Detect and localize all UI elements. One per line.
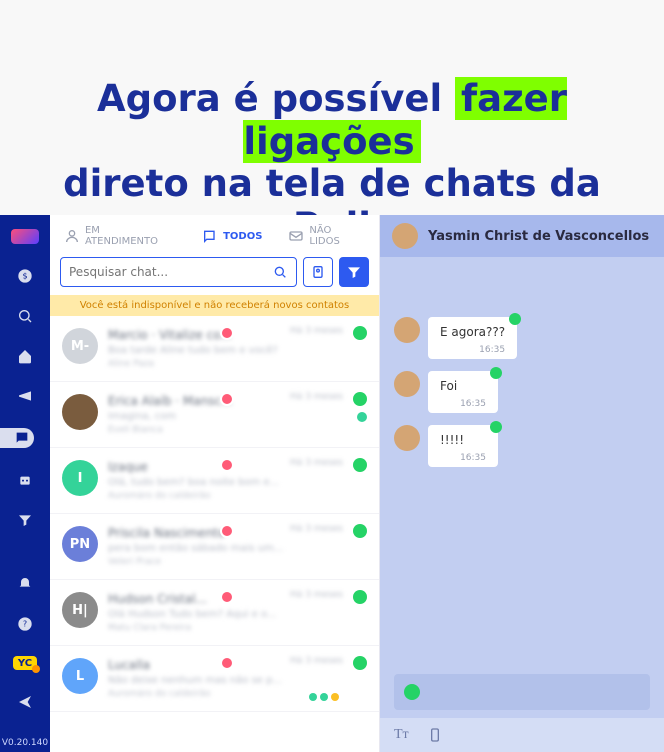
chat-time: Há 3 meses xyxy=(290,458,343,468)
whatsapp-badge xyxy=(353,458,367,472)
home-icon[interactable] xyxy=(15,348,35,364)
whatsapp-badge xyxy=(353,590,367,604)
chat-preview: pera bom então sábado mais um... xyxy=(108,543,367,554)
status-dot xyxy=(220,524,234,538)
chat-time: Há 3 meses xyxy=(290,392,343,402)
avatar: M- xyxy=(62,328,98,364)
message-text: Foi xyxy=(440,379,486,393)
whatsapp-badge xyxy=(353,326,367,340)
contact-avatar xyxy=(392,223,418,249)
chat-agent: Veleri Prace xyxy=(108,557,367,567)
message-row: Foi 16:35 xyxy=(394,371,650,413)
audio-bar[interactable] xyxy=(394,674,650,710)
chat-list-item[interactable]: LLucallaNão deixe nenhum mas não se p...… xyxy=(50,646,379,712)
chat-preview: Olá Hudson Tudo bem? Aqui e o... xyxy=(108,609,367,620)
phone-icon[interactable] xyxy=(427,727,443,743)
filter-button[interactable] xyxy=(339,257,369,287)
svg-text:?: ? xyxy=(23,620,27,629)
user-badge[interactable]: YC xyxy=(13,656,37,670)
tab-todos[interactable]: TODOS xyxy=(202,225,262,247)
money-icon[interactable]: $ xyxy=(15,268,35,284)
status-dot xyxy=(220,656,234,670)
whatsapp-badge xyxy=(353,392,367,406)
whatsapp-badge xyxy=(353,656,367,670)
message-avatar xyxy=(394,371,420,397)
message-bubble: Foi 16:35 xyxy=(428,371,498,413)
text-format-icon[interactable]: Tт xyxy=(394,727,409,743)
message-avatar xyxy=(394,317,420,343)
message-avatar xyxy=(394,425,420,451)
chat-list-item[interactable]: IIzaqueOlá, tudo bem? boa noite bom e...… xyxy=(50,448,379,514)
send-icon[interactable] xyxy=(15,694,35,710)
chat-list-item[interactable]: H|Hudson Cristal...Olá Hudson Tudo bem? … xyxy=(50,580,379,646)
message-text: E agora??? xyxy=(440,325,505,339)
message-bubble: !!!!! 16:35 xyxy=(428,425,498,467)
filter-icon[interactable] xyxy=(15,512,35,528)
chat-panel: Yasmin Christ de Vasconcellos E agora???… xyxy=(380,215,664,752)
chat-list-item[interactable]: Erica Alaíb · Mansc...Imagina, comEveli … xyxy=(50,382,379,448)
whatsapp-icon xyxy=(490,367,502,379)
chat-agent: Aline Paza xyxy=(108,359,367,369)
help-icon[interactable]: ? xyxy=(15,616,35,632)
whatsapp-icon xyxy=(490,421,502,433)
whatsapp-icon xyxy=(509,313,521,325)
avatar: I xyxy=(62,460,98,496)
chat-time: Há 3 meses xyxy=(290,524,343,534)
contact-name: Yasmin Christ de Vasconcellos xyxy=(428,229,649,244)
search-glass-icon xyxy=(272,264,288,280)
contact-button[interactable] xyxy=(303,257,333,287)
message-text: !!!!! xyxy=(440,433,486,447)
chat-preview: Boa tarde Aline tudo bem e você? xyxy=(108,345,367,356)
whatsapp-badge xyxy=(353,524,367,538)
search-icon[interactable] xyxy=(15,308,35,324)
chat-agent: Eveli Bianca xyxy=(108,425,367,435)
status-dot xyxy=(220,392,234,406)
chat-agent: Matu Clara Pereira xyxy=(108,623,367,633)
status-dot xyxy=(220,326,234,340)
chat-icon[interactable] xyxy=(0,428,34,448)
message-time: 16:35 xyxy=(440,453,486,463)
chat-time: Há 3 meses xyxy=(290,590,343,600)
unavailable-banner: Você está indisponível e não receberá no… xyxy=(50,295,379,316)
avatar: PN xyxy=(62,526,98,562)
search-input[interactable] xyxy=(69,265,272,279)
megaphone-icon[interactable] xyxy=(15,388,35,404)
avatar: H| xyxy=(62,592,98,628)
whatsapp-icon xyxy=(404,684,420,700)
version-label: V0.20.140 xyxy=(2,734,48,752)
message-row: !!!!! 16:35 xyxy=(394,425,650,467)
avatar xyxy=(62,394,98,430)
bot-icon[interactable] xyxy=(15,472,35,488)
chat-header[interactable]: Yasmin Christ de Vasconcellos xyxy=(380,215,664,257)
message-bubble: E agora??? 16:35 xyxy=(428,317,517,359)
chat-preview: Olá, tudo bem? boa noite bom e... xyxy=(108,477,367,488)
status-dot xyxy=(220,590,234,604)
headline-p1: Agora é possível xyxy=(97,77,455,120)
bell-icon[interactable] xyxy=(15,576,35,592)
list-tabs: EM ATENDIMENTO TODOS NÃO LIDOS xyxy=(50,215,379,257)
sidebar: $ ? YC V0.20.140 xyxy=(0,215,50,752)
chat-time: Há 3 meses xyxy=(290,656,343,666)
chat-time: Há 3 meses xyxy=(290,326,343,336)
message-row: E agora??? 16:35 xyxy=(394,317,650,359)
chat-preview: Imagina, com xyxy=(108,411,367,422)
chat-list-item[interactable]: PNPriscila Nascimentopera bom então sába… xyxy=(50,514,379,580)
tab-em-atendimento[interactable]: EM ATENDIMENTO xyxy=(64,225,176,247)
chat-list-panel: EM ATENDIMENTO TODOS NÃO LIDOS Você está… xyxy=(50,215,380,752)
message-time: 16:35 xyxy=(440,399,486,409)
status-dot xyxy=(220,458,234,472)
avatar: L xyxy=(62,658,98,694)
search-box[interactable] xyxy=(60,257,297,287)
online-dot xyxy=(357,412,367,422)
chat-preview: Não deixe nenhum mas não se p... xyxy=(108,675,367,686)
chat-list-item[interactable]: M-Marcio · Vitalize co...Boa tarde Aline… xyxy=(50,316,379,382)
tab-nao-lidos[interactable]: NÃO LIDOS xyxy=(288,225,365,247)
svg-text:$: $ xyxy=(22,272,27,281)
message-input-bar[interactable]: Tт xyxy=(380,718,664,752)
chat-agent: Auromáro do caldeirão xyxy=(108,491,367,501)
message-time: 16:35 xyxy=(440,345,505,355)
app-logo xyxy=(11,229,39,244)
